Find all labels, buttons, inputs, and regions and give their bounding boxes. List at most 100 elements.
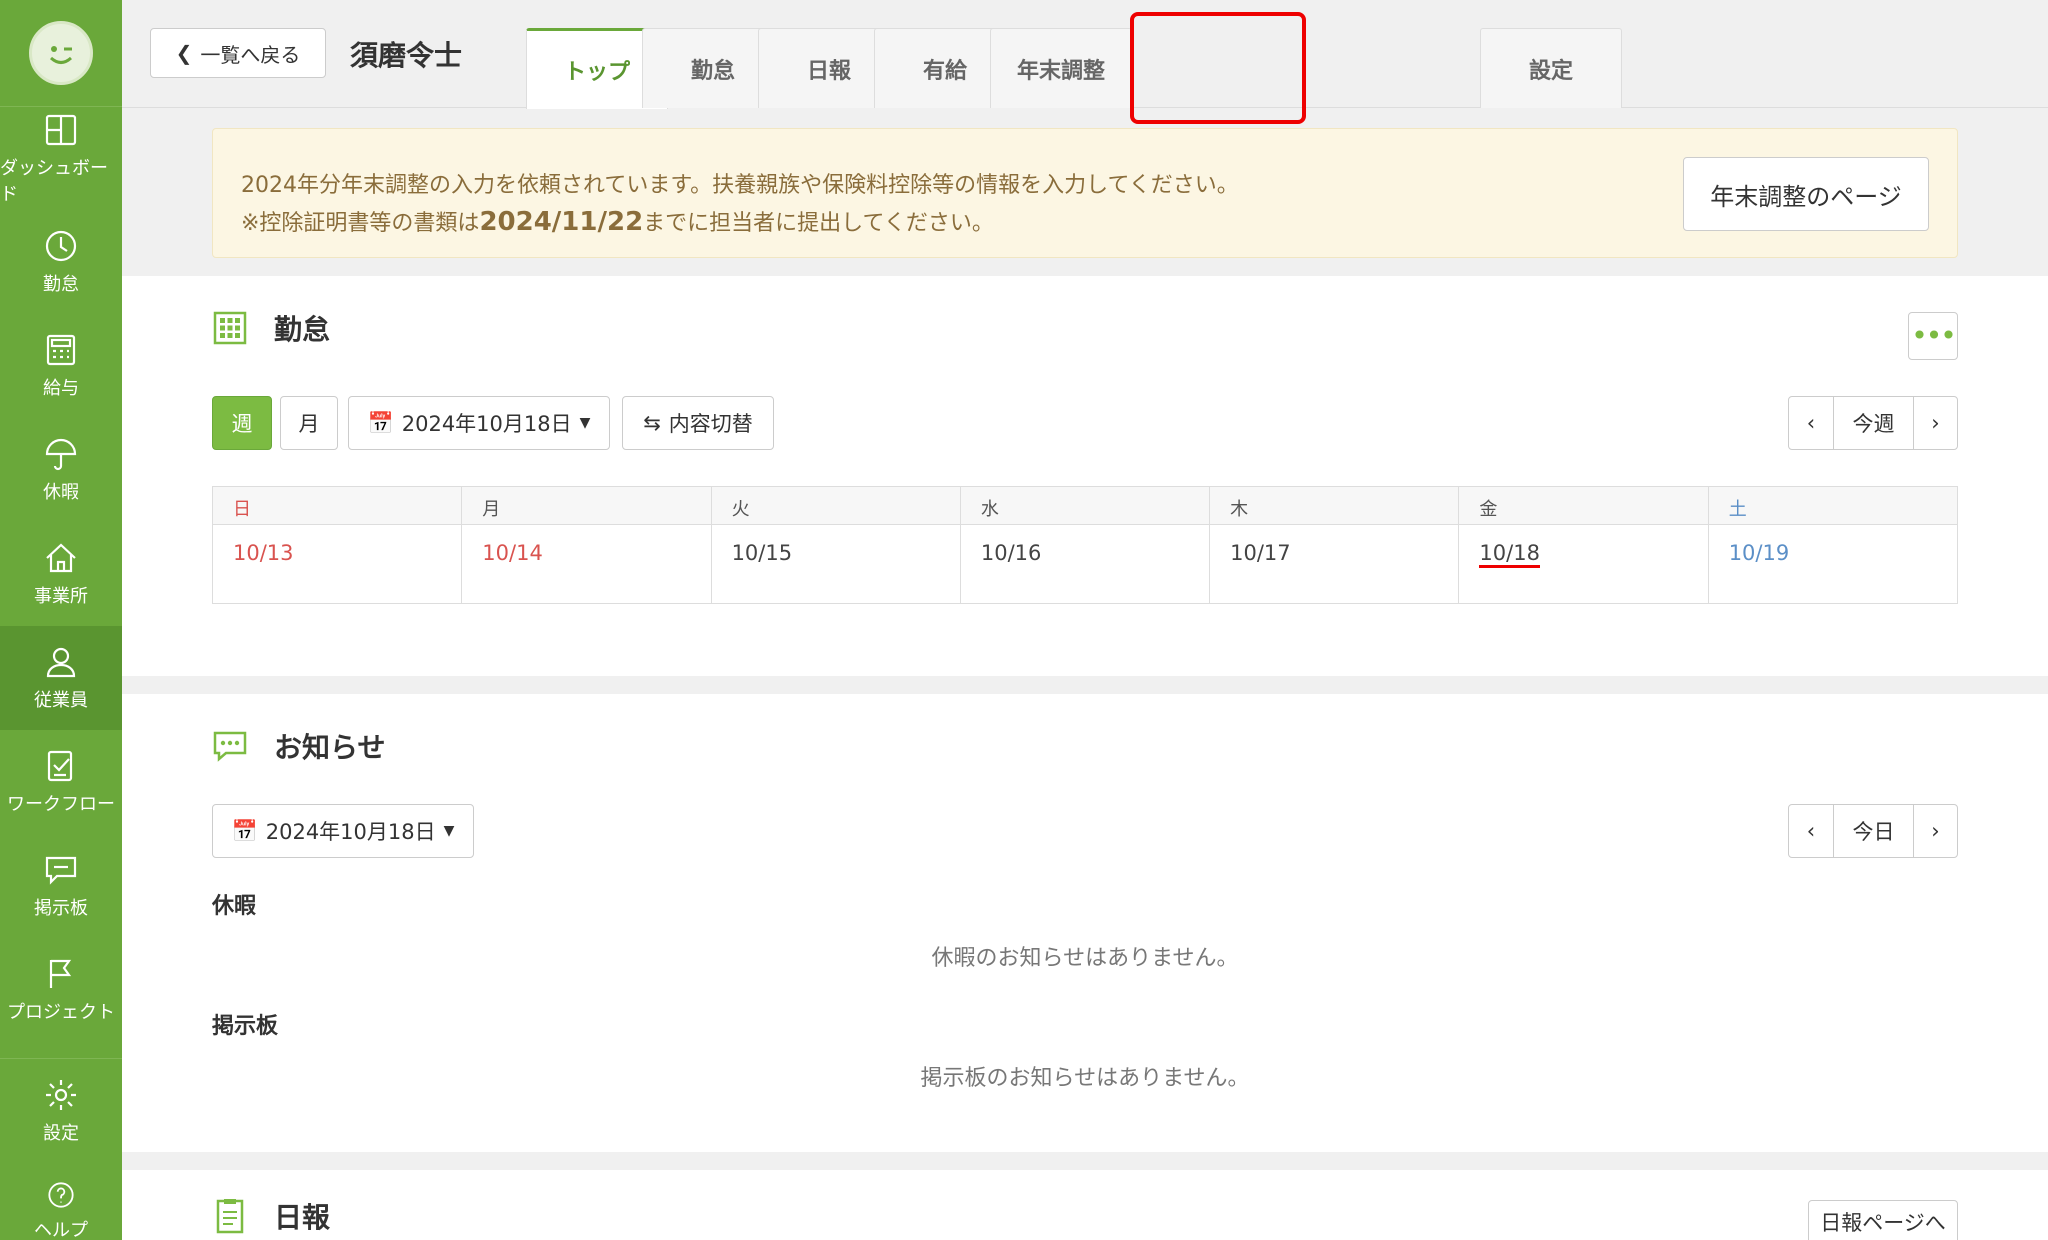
board-heading: 掲示板 <box>212 1014 279 1039</box>
chevron-left-icon: ❮ <box>175 41 193 65</box>
sidebar-item-payroll[interactable]: 給与 <box>0 314 122 418</box>
sidebar-item-office[interactable]: 事業所 <box>0 522 122 626</box>
chevron-left-icon: ‹ <box>1806 819 1816 843</box>
calendar-grid-icon <box>213 311 247 345</box>
tab-settings[interactable]: 設定 <box>1480 28 1622 108</box>
chevron-left-icon: ‹ <box>1806 411 1816 435</box>
day-header: 日 <box>213 487 463 525</box>
board-empty-message: 掲示板のお知らせはありません。 <box>920 1066 1250 1091</box>
sidebar-item-label: 設定 <box>43 1122 79 1144</box>
caret-down-icon: ▼ <box>579 415 591 431</box>
news-panel: お知らせ 📅 2024年10月18日 ▼ ‹ 今日 › 休暇 休暇のお知らせはあ… <box>122 694 2048 1152</box>
sidebar-item-label: プロジェクト <box>7 1002 115 1023</box>
dashboard-icon <box>45 114 77 145</box>
next-week-button[interactable]: › <box>1913 397 1957 449</box>
day-navigation: ‹ 今日 › <box>1788 804 1958 858</box>
caret-down-icon: ▼ <box>443 823 455 839</box>
calendar-day-cell[interactable]: 10/13 <box>213 525 463 603</box>
notice-deadline: 2024/11/22 <box>479 207 644 237</box>
sidebar: ダッシュボード 勤怠 給与 休暇 事業所 従業員 ワークフロー 掲示板 プロジェ… <box>0 0 122 1240</box>
flag-icon <box>49 959 72 988</box>
sidebar-item-employees[interactable]: 従業員 <box>0 626 122 730</box>
tab-year-end-adjustment[interactable]: 年末調整 <box>990 28 1132 108</box>
prev-week-button[interactable]: ‹ <box>1789 397 1833 449</box>
day-header: 金 <box>1459 487 1709 525</box>
leave-empty-message: 休暇のお知らせはありません。 <box>931 946 1239 971</box>
switch-content-label: 内容切替 <box>668 412 753 436</box>
calendar-day-cell[interactable]: 10/16 <box>961 525 1211 603</box>
calendar-header-row: 日 月 火 水 木 金 土 <box>213 487 1957 525</box>
prev-day-button[interactable]: ‹ <box>1789 805 1833 857</box>
sidebar-item-label: 勤怠 <box>43 274 79 295</box>
sidebar-item-label: ワークフロー <box>7 794 115 815</box>
more-dots-icon: ••• <box>1911 319 1957 352</box>
sidebar-item-board[interactable]: 掲示板 <box>0 834 122 938</box>
switch-content-button[interactable]: ⇆ 内容切替 <box>622 396 774 450</box>
back-button-label: 一覧へ戻る <box>200 42 301 67</box>
this-week-button[interactable]: 今週 <box>1833 397 1913 449</box>
today-button[interactable]: 今日 <box>1833 805 1913 857</box>
notice-suffix: までに担当者に提出してください。 <box>643 211 994 236</box>
week-navigation: ‹ 今週 › <box>1788 396 1958 450</box>
chevron-right-icon: › <box>1931 819 1940 843</box>
notice-line-1: 2024年分年末調整の入力を依頼されています。扶養親族や保険料控除等の情報を入力… <box>241 173 1239 198</box>
swap-arrows-icon: ⇆ <box>643 411 661 435</box>
daily-report-panel: 日報 日報ページへ <box>122 1170 2048 1240</box>
sidebar-item-dashboard[interactable]: ダッシュボード <box>0 106 122 210</box>
back-to-list-button[interactable]: ❮ 一覧へ戻る <box>150 28 326 78</box>
top-bar: ❮ 一覧へ戻る 須磨令士 トップ 勤怠 日報 有給 年末調整 設定 <box>122 0 2048 109</box>
year-end-page-button[interactable]: 年末調整のページ <box>1683 157 1929 231</box>
date-picker-label: 2024年10月18日 <box>401 412 572 436</box>
calendar-date-row: 10/13 10/14 10/15 10/16 10/17 10/18 10/1… <box>213 525 1957 603</box>
logo[interactable] <box>0 0 122 106</box>
daily-report-page-button[interactable]: 日報ページへ <box>1808 1200 1958 1240</box>
calendar-day-cell[interactable]: 10/15 <box>712 525 961 603</box>
sidebar-item-label: 休暇 <box>43 482 79 503</box>
attendance-title: 勤怠 <box>212 308 330 348</box>
chevron-right-icon: › <box>1931 411 1940 435</box>
employee-name: 須磨令士 <box>350 39 463 72</box>
checklist-icon <box>47 750 73 782</box>
news-title-label: お知らせ <box>274 731 386 764</box>
date-picker-button[interactable]: 📅 2024年10月18日 ▼ <box>348 396 610 450</box>
sidebar-bottom: 設定 ヘルプ <box>0 1058 122 1240</box>
highlight-box <box>1130 12 1306 124</box>
calendar-day-cell[interactable]: 10/19 <box>1709 525 1957 603</box>
news-date-picker-button[interactable]: 📅 2024年10月18日 ▼ <box>212 804 474 858</box>
month-view-button[interactable]: 月 <box>280 396 338 450</box>
help-icon <box>48 1182 74 1208</box>
daily-report-title-label: 日報 <box>274 1201 331 1234</box>
sidebar-item-workflow[interactable]: ワークフロー <box>0 730 122 834</box>
sidebar-item-leave[interactable]: 休暇 <box>0 418 122 522</box>
home-icon <box>46 543 76 573</box>
chat-icon <box>45 856 77 885</box>
week-view-button[interactable]: 週 <box>212 396 272 450</box>
calculator-icon <box>46 334 76 366</box>
news-title: お知らせ <box>212 726 385 766</box>
day-header: 水 <box>960 487 1211 525</box>
today-date: 10/18 <box>1479 541 1540 568</box>
calendar-icon: 📅 <box>231 818 258 843</box>
leave-heading: 休暇 <box>212 894 257 919</box>
next-day-button[interactable]: › <box>1913 805 1957 857</box>
calendar-day-cell[interactable]: 10/14 <box>462 525 712 603</box>
sidebar-item-label: 従業員 <box>34 690 88 711</box>
clock-icon <box>45 230 77 262</box>
calendar-day-cell[interactable]: 10/17 <box>1210 525 1460 603</box>
day-header: 月 <box>462 487 712 525</box>
more-options-button[interactable]: ••• <box>1908 312 1958 360</box>
day-header: 火 <box>711 487 961 525</box>
week-calendar: 日 月 火 水 木 金 土 10/13 10/14 10/15 10/16 10… <box>212 486 1958 604</box>
sidebar-item-project[interactable]: プロジェクト <box>0 938 122 1042</box>
attendance-panel: 勤怠 ••• 週 月 📅 2024年10月18日 ▼ ⇆ 内容切替 ‹ 今週 ›… <box>122 276 2048 676</box>
day-header: 土 <box>1708 487 1957 525</box>
document-icon <box>216 1199 244 1234</box>
gear-icon <box>46 1079 76 1110</box>
year-end-notice: 2024年分年末調整の入力を依頼されています。扶養親族や保険料控除等の情報を入力… <box>212 128 1958 258</box>
umbrella-icon <box>45 438 77 471</box>
sidebar-item-attendance[interactable]: 勤怠 <box>0 210 122 314</box>
calendar-day-cell-today[interactable]: 10/18 <box>1459 525 1709 603</box>
sidebar-item-help[interactable]: ヘルプ <box>0 1162 122 1240</box>
sidebar-item-label: 給与 <box>43 378 79 399</box>
sidebar-item-settings[interactable]: 設定 <box>0 1058 122 1162</box>
